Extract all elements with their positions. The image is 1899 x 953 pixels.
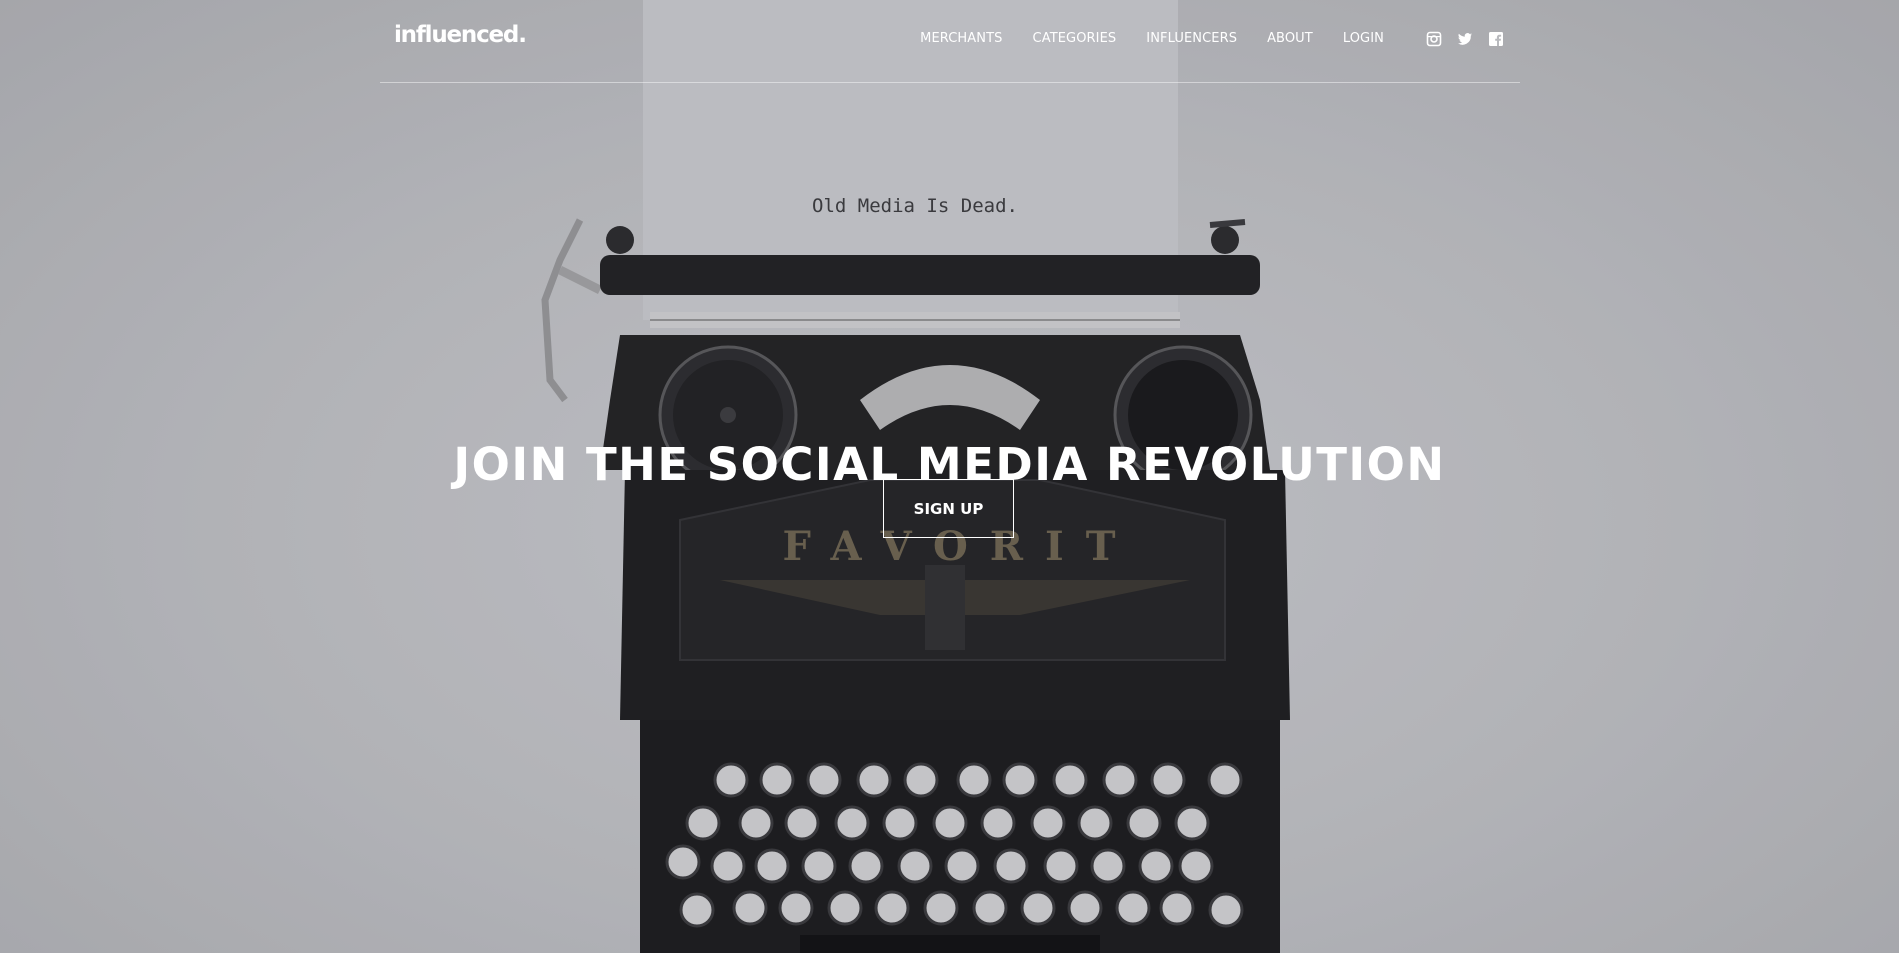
nav-links: MERCHANTS CATEGORIES INFLUENCERS ABOUT L…: [890, 31, 1384, 46]
nav-link-influencers[interactable]: INFLUENCERS: [1146, 31, 1237, 46]
sign-up-button[interactable]: SIGN UP: [883, 479, 1014, 538]
facebook-icon[interactable]: [1488, 31, 1504, 47]
nav-link-categories[interactable]: CATEGORIES: [1033, 31, 1117, 46]
social-links: [1426, 31, 1504, 47]
nav-link-login[interactable]: LOGIN: [1343, 31, 1384, 46]
top-navbar: influenced. MERCHANTS CATEGORIES INFLUEN…: [380, 0, 1520, 83]
nav-link-about[interactable]: ABOUT: [1267, 31, 1313, 46]
instagram-icon[interactable]: [1426, 31, 1442, 47]
brand-logo[interactable]: influenced.: [394, 22, 527, 48]
nav-link-merchants[interactable]: MERCHANTS: [920, 31, 1002, 46]
twitter-icon[interactable]: [1457, 31, 1473, 47]
